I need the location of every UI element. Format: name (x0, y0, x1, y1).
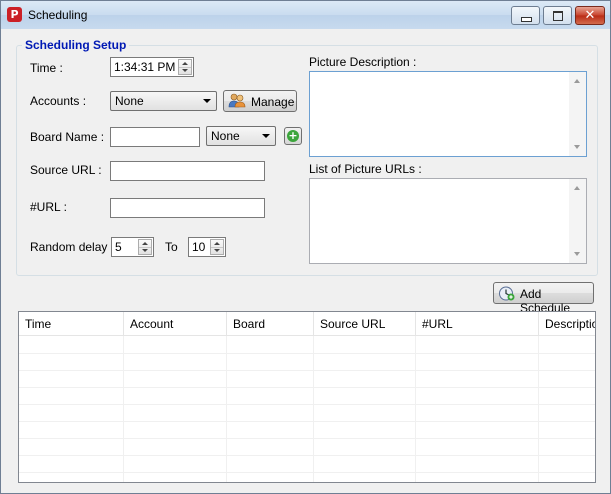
scheduling-window: P Scheduling ✕ Scheduling Setup Time : 1… (0, 0, 611, 494)
schedule-icon (499, 286, 515, 301)
picture-urls-label: List of Picture URLs : (309, 162, 422, 176)
delay-to-value: 10 (192, 240, 206, 254)
title-bar[interactable]: P Scheduling ✕ (1, 1, 610, 29)
schedule-table[interactable]: Time Account Board Source URL #URL Descr… (18, 311, 596, 483)
spin-down-icon (142, 249, 148, 252)
accounts-select[interactable]: None (110, 91, 217, 111)
board-name-input[interactable] (110, 127, 200, 147)
random-delay-label: Random delay : (30, 240, 115, 254)
source-url-label: Source URL : (30, 163, 102, 177)
accounts-selected: None (115, 94, 144, 108)
column-header-description[interactable]: Descriptio (539, 312, 595, 335)
hash-url-input[interactable] (110, 198, 265, 218)
column-header-source-url[interactable]: Source URL (314, 312, 416, 335)
spin-down-icon (182, 69, 188, 72)
close-button[interactable]: ✕ (575, 6, 605, 25)
column-header-time[interactable]: Time (19, 312, 124, 335)
vertical-scrollbar[interactable] (569, 179, 586, 263)
board-select-selected: None (211, 129, 240, 143)
manage-label: Manage (251, 95, 295, 109)
board-select[interactable]: None (206, 126, 276, 146)
column-header-account[interactable]: Account (124, 312, 227, 335)
delay-to-spinner[interactable] (210, 239, 224, 255)
spin-up-icon (214, 242, 220, 245)
source-url-input[interactable] (110, 161, 265, 181)
scroll-up-icon (574, 186, 580, 190)
accounts-label: Accounts : (30, 94, 87, 108)
maximize-button[interactable] (543, 6, 572, 25)
delay-from-spinner[interactable] (138, 239, 152, 255)
scroll-up-icon (574, 79, 580, 83)
picture-urls-textarea[interactable] (309, 178, 587, 264)
time-label: Time : (30, 61, 63, 75)
to-label: To (165, 240, 178, 254)
spin-up-icon (142, 242, 148, 245)
group-title: Scheduling Setup (22, 38, 130, 52)
delay-from-stepper[interactable]: 5 (111, 237, 154, 257)
maximize-icon (553, 11, 563, 21)
chevron-down-icon (203, 99, 211, 103)
time-picker[interactable]: 1:34:31 PM (110, 57, 194, 77)
hash-url-label: #URL : (30, 200, 67, 214)
manage-button[interactable]: Manage (223, 90, 297, 112)
delay-to-stepper[interactable]: 10 (188, 237, 226, 257)
minimize-button[interactable] (511, 6, 540, 25)
board-name-label: Board Name : (30, 130, 105, 144)
column-header-board[interactable]: Board (227, 312, 314, 335)
table-header: Time Account Board Source URL #URL Descr… (19, 312, 595, 336)
minimize-icon (521, 17, 532, 22)
delay-from-value: 5 (115, 240, 122, 254)
scroll-down-icon (574, 145, 580, 149)
add-board-button[interactable]: + (284, 127, 302, 145)
picture-description-label: Picture Description : (309, 55, 417, 69)
spin-down-icon (214, 249, 220, 252)
vertical-scrollbar[interactable] (569, 72, 586, 156)
scroll-down-icon (574, 252, 580, 256)
close-icon: ✕ (584, 8, 596, 23)
window-title: Scheduling (28, 8, 88, 22)
pinterest-icon: P (7, 7, 22, 22)
time-value: 1:34:31 PM (114, 60, 176, 74)
picture-description-textarea[interactable] (309, 71, 587, 157)
chevron-down-icon (262, 134, 270, 138)
time-spinner[interactable] (178, 59, 192, 75)
add-schedule-button[interactable]: Add Schedule (493, 282, 594, 315)
column-header-hash-url[interactable]: #URL (416, 312, 539, 335)
spin-up-icon (182, 62, 188, 65)
users-icon (228, 93, 246, 108)
plus-icon: + (287, 129, 299, 142)
